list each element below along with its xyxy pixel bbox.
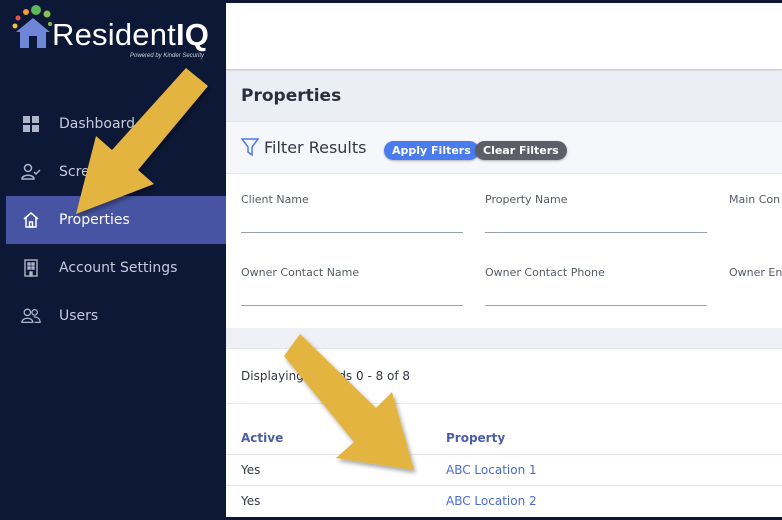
client-name-field[interactable]: Client Name — [241, 193, 463, 233]
building-icon — [21, 258, 41, 278]
filter-panel: Filter Results Apply Filters Clear Filte… — [226, 121, 782, 328]
active-value: Yes — [241, 494, 261, 508]
table-row: Yes ABC Location 2 — [226, 485, 782, 516]
brand-name: Resident — [52, 17, 176, 52]
owner-contact-phone-underline — [485, 305, 707, 306]
clear-filters-button[interactable]: Clear Filters — [475, 141, 567, 160]
records-count-text: Displaying records 0 - 8 of 8 — [241, 369, 411, 383]
owner-email-label: Owner En — [729, 266, 782, 279]
table-row: Yes ABC Location 1 — [226, 454, 782, 485]
top-bar — [226, 3, 782, 70]
property-name-label: Property Name — [485, 193, 568, 206]
filter-header: Filter Results Apply Filters Clear Filte… — [226, 122, 782, 174]
owner-email-field[interactable]: Owner En — [729, 266, 782, 279]
main-contact-field[interactable]: Main Con — [729, 193, 782, 206]
client-name-underline — [241, 232, 463, 233]
brand-logo[interactable]: ResidentIQ Powered by Kinder Security — [6, 4, 226, 62]
filter-title: Filter Results — [264, 138, 367, 157]
properties-table: Active Property Yes ABC Location 1 Yes A… — [226, 403, 782, 517]
owner-contact-name-label: Owner Contact Name — [241, 266, 360, 279]
owner-contact-name-underline — [241, 305, 463, 306]
owner-contact-phone-field[interactable]: Owner Contact Phone — [485, 266, 707, 306]
page-title: Properties — [241, 86, 342, 106]
house-logo-icon — [12, 5, 52, 48]
main-contact-label: Main Con — [729, 193, 781, 206]
property-name-underline — [485, 232, 707, 233]
sidebar-item-properties[interactable]: Properties — [6, 196, 226, 244]
owner-contact-phone-label: Owner Contact Phone — [485, 266, 605, 279]
column-header-active[interactable]: Active — [241, 431, 283, 445]
sidebar-item-label: Screenings — [59, 164, 137, 180]
user-check-icon — [21, 162, 41, 182]
sidebar-item-screenings[interactable]: Screenings — [6, 148, 226, 196]
app-window: ResidentIQ Powered by Kinder Security Da… — [0, 0, 782, 520]
sidebar-item-label: Properties — [59, 212, 130, 228]
brand-tagline: Powered by Kinder Security — [130, 53, 205, 59]
sidebar-item-label: Dashboard — [59, 116, 135, 132]
records-summary: Displaying records 0 - 8 of 8 — [226, 348, 782, 403]
home-icon — [21, 210, 41, 230]
sidebar-item-label: Users — [59, 308, 99, 324]
property-name-field[interactable]: Property Name — [485, 193, 707, 233]
sidebar: ResidentIQ Powered by Kinder Security Da… — [0, 0, 226, 520]
users-icon — [21, 306, 41, 326]
sidebar-item-account-settings[interactable]: Account Settings — [6, 244, 226, 292]
sidebar-nav: Dashboard Screenings Properties Account … — [6, 100, 226, 340]
brand-name-accent: IQ — [175, 17, 210, 52]
owner-contact-name-field[interactable]: Owner Contact Name — [241, 266, 463, 306]
sidebar-item-dashboard[interactable]: Dashboard — [6, 100, 226, 148]
main-content: Properties Filter Results Apply Filters … — [226, 3, 782, 517]
grid-icon — [21, 114, 41, 134]
sidebar-item-label: Account Settings — [59, 260, 178, 276]
column-header-property[interactable]: Property — [446, 431, 505, 445]
property-link[interactable]: ABC Location 2 — [446, 494, 537, 508]
property-link[interactable]: ABC Location 1 — [446, 463, 537, 477]
active-value: Yes — [241, 463, 261, 477]
sidebar-item-users[interactable]: Users — [6, 292, 226, 340]
client-name-label: Client Name — [241, 193, 309, 206]
apply-filters-button[interactable]: Apply Filters — [384, 141, 479, 160]
section-divider — [226, 328, 782, 348]
filter-icon — [241, 138, 259, 157]
